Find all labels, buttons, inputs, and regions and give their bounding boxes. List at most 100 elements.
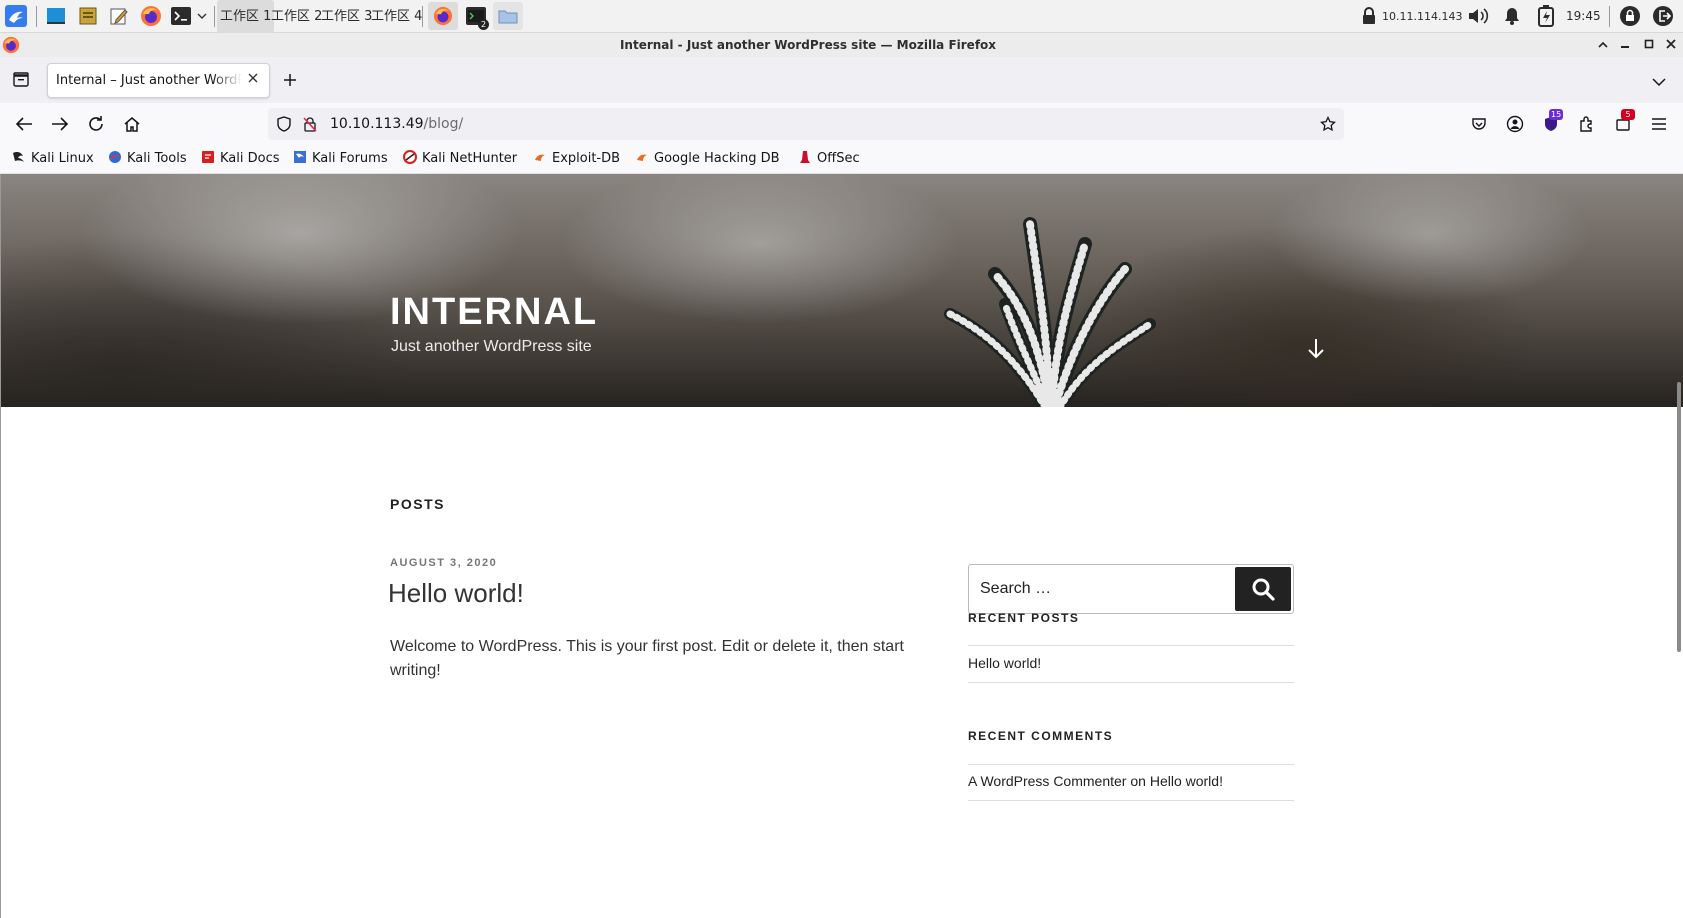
bookmark-label: Google Hacking DB — [654, 151, 780, 166]
tracking-protection-shield-icon[interactable] — [276, 116, 292, 132]
reload-button[interactable] — [84, 112, 108, 136]
clock: 19:45 — [1566, 9, 1601, 23]
posts-heading: POSTS — [390, 496, 445, 512]
bookmark-label: Exploit-DB — [552, 151, 621, 166]
firefox-window-button[interactable] — [428, 2, 458, 30]
site-title[interactable]: INTERNAL — [390, 291, 598, 334]
comment-post-link[interactable]: Hello world! — [1150, 773, 1223, 789]
search-icon — [1252, 578, 1275, 601]
workspace-2[interactable]: 工作区 2 — [268, 0, 325, 33]
window-maximize-icon[interactable] — [1641, 37, 1657, 53]
workspace-1[interactable]: 工作区 1 — [217, 0, 275, 33]
notifier-badge-count: 5 — [1621, 109, 1635, 120]
bookmark-kali-nethunter[interactable]: Kali NetHunter — [403, 145, 517, 173]
volume-icon[interactable] — [1467, 5, 1489, 27]
notification-bell-icon[interactable] — [1501, 5, 1523, 27]
forward-button[interactable] — [48, 112, 72, 136]
url-bar[interactable]: 10.10.113.49/blog/ — [268, 108, 1344, 140]
search-input[interactable] — [969, 565, 1234, 613]
insecure-connection-lock-icon[interactable] — [302, 116, 318, 132]
terminal-launcher-icon[interactable] — [170, 5, 192, 27]
bookmark-star-icon[interactable] — [1320, 115, 1336, 132]
logout-icon[interactable] — [1652, 5, 1674, 27]
lock-screen-icon[interactable] — [1619, 5, 1641, 27]
app-menu-icon[interactable] — [1647, 112, 1671, 136]
folder-window-button[interactable] — [493, 2, 523, 30]
comment-on-text: on — [1130, 773, 1146, 789]
extensions-puzzle-icon[interactable] — [1575, 112, 1599, 136]
page-viewport: INTERNAL Just another WordPress site POS… — [0, 174, 1683, 918]
window-roll-up-icon[interactable] — [1595, 37, 1611, 53]
bookmark-google-hacking-db[interactable]: Google Hacking DB — [635, 145, 780, 173]
file-manager-icon[interactable] — [77, 5, 99, 27]
workspace-4[interactable]: 工作区 4 — [368, 0, 425, 33]
recent-comments-heading: RECENT COMMENTS — [968, 729, 1114, 743]
url-path: /blog/ — [423, 116, 464, 132]
extension-badge-count: 15 — [1549, 109, 1564, 120]
search-submit-button[interactable] — [1235, 567, 1291, 611]
scroll-down-arrow-icon[interactable] — [1305, 337, 1327, 361]
recent-post-link[interactable]: Hello world! — [968, 655, 1041, 671]
ghdb-icon — [635, 147, 649, 161]
window-minimize-icon[interactable] — [1617, 37, 1633, 53]
bookmark-kali-docs[interactable]: Kali Docs — [201, 145, 280, 173]
post-excerpt: Welcome to WordPress. This is your first… — [390, 638, 904, 679]
offsec-icon — [798, 147, 812, 163]
kali-menu-icon[interactable] — [5, 5, 27, 27]
site-header-image: INTERNAL Just another WordPress site — [0, 174, 1683, 407]
text-editor-icon[interactable] — [108, 5, 130, 27]
kali-dragon-icon — [12, 147, 26, 162]
bookmark-label: Kali Docs — [220, 151, 280, 166]
bookmark-label: Kali NetHunter — [422, 151, 518, 166]
kali-docs-icon — [201, 147, 215, 163]
recent-comment: A WordPress Commenter on Hello world! — [968, 773, 1223, 789]
back-button[interactable] — [12, 112, 36, 136]
battery-power-icon[interactable] — [1535, 5, 1557, 27]
chevron-down-icon[interactable] — [195, 5, 209, 27]
bookmark-kali-tools[interactable]: Kali Tools — [108, 145, 187, 173]
bookmark-label: Kali Linux — [31, 151, 94, 166]
bookmark-exploit-db[interactable]: Exploit-DB — [533, 145, 620, 173]
site-description: Just another WordPress site — [391, 338, 592, 355]
navigation-toolbar: 10.10.113.49/blog/ 15 5 — [0, 103, 1683, 145]
kali-tools-icon — [108, 147, 122, 163]
tab-close-icon[interactable] — [245, 72, 261, 88]
recent-posts-heading: RECENT POSTS — [968, 611, 1080, 625]
tab-strip: Internal – Just another WordPress site — [0, 57, 1683, 103]
list-all-tabs-icon[interactable] — [1652, 72, 1668, 88]
kali-forums-icon — [293, 147, 307, 163]
search-form — [968, 564, 1294, 614]
workspace-3[interactable]: 工作区 3 — [318, 0, 375, 33]
bookmark-label: OffSec — [817, 151, 860, 166]
page-scrollbar[interactable] — [1677, 382, 1681, 652]
bookmark-offsec[interactable]: OffSec — [798, 145, 860, 173]
bookmark-kali-linux[interactable]: Kali Linux — [12, 145, 94, 173]
bookmark-label: Kali Forums — [312, 151, 388, 166]
nethunter-icon — [403, 147, 417, 164]
desktop-taskbar: 工作区 1 工作区 2 工作区 3 工作区 4 2 10.11.114.143 … — [0, 0, 1683, 33]
firefox-launcher-icon[interactable] — [140, 5, 162, 27]
comment-author-link[interactable]: A WordPress Commenter — [968, 773, 1126, 789]
post-date[interactable]: AUGUST 3, 2020 — [390, 557, 497, 569]
show-desktop-icon[interactable] — [45, 5, 67, 27]
firefox-view-icon[interactable] — [11, 70, 31, 90]
terminal-count-badge: 2 — [478, 19, 489, 30]
post-title-link[interactable]: Hello world! — [388, 578, 524, 609]
tab-label: Internal – Just another WordPress site — [56, 64, 242, 97]
vpn-lock-icon[interactable] — [1358, 5, 1380, 27]
window-close-icon[interactable] — [1663, 37, 1679, 53]
window-title: Internal - Just another WordPress site —… — [619, 38, 997, 52]
bookmarks-toolbar: Kali Linux Kali Tools Kali Docs Kali For… — [0, 145, 1683, 174]
extension-shield-icon[interactable]: 15 — [1539, 109, 1564, 136]
bookmark-kali-forums[interactable]: Kali Forums — [293, 145, 388, 173]
home-button[interactable] — [120, 112, 144, 136]
terminal-window-button[interactable]: 2 — [461, 2, 491, 30]
exploit-db-icon — [533, 147, 547, 161]
tab-internal[interactable]: Internal – Just another WordPress site — [47, 63, 270, 98]
extension-notifier-icon[interactable]: 5 — [1611, 109, 1635, 136]
new-tab-button[interactable] — [280, 70, 300, 90]
window-titlebar: Internal - Just another WordPress site —… — [0, 33, 1683, 57]
account-icon[interactable] — [1503, 112, 1527, 136]
url-text[interactable]: 10.10.113.49/blog/ — [330, 108, 463, 140]
pocket-icon[interactable] — [1467, 112, 1491, 136]
